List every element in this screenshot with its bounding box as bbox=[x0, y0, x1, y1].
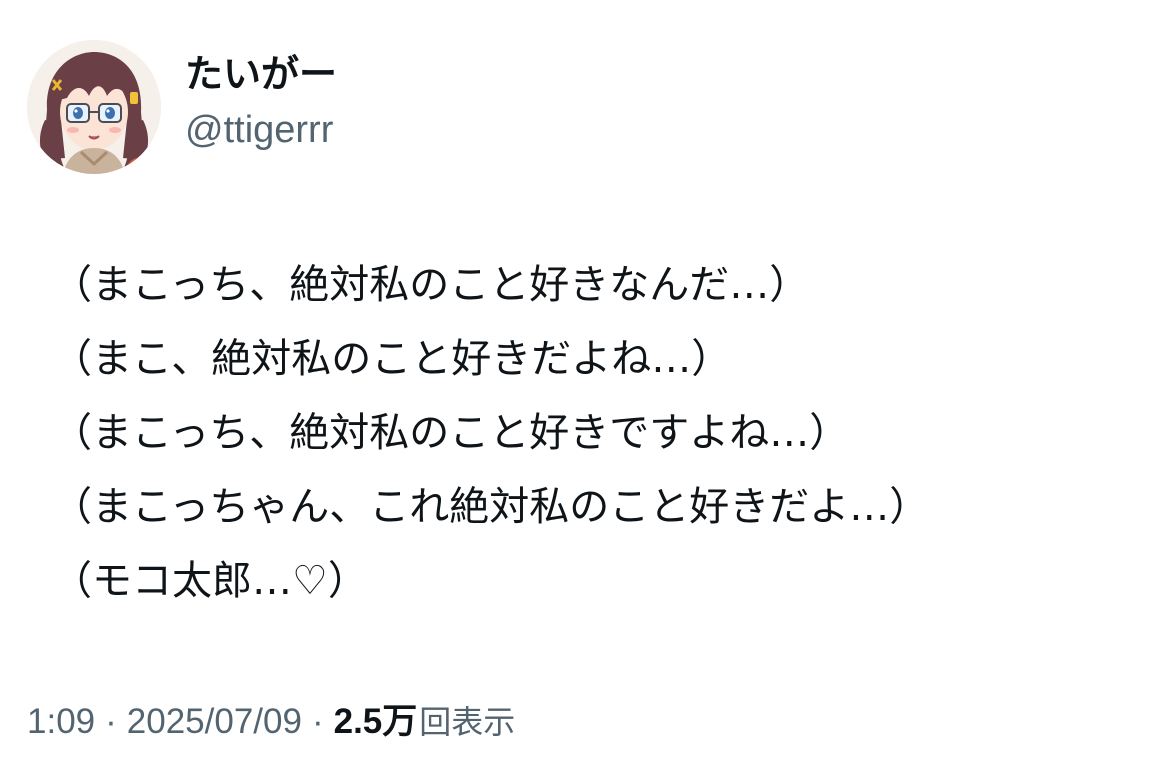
tweet-text-line: （まこっちゃん、これ絶対私のこと好きだよ…） bbox=[52, 484, 930, 530]
tweet-header: たいがー @ttigerrr bbox=[27, 40, 337, 174]
avatar-image bbox=[27, 40, 161, 174]
tweet-time[interactable]: 1:09 bbox=[27, 700, 95, 744]
author-display-name[interactable]: たいがー bbox=[185, 50, 337, 98]
avatar[interactable] bbox=[27, 40, 161, 174]
meta-separator: · bbox=[105, 702, 117, 741]
views-count[interactable]: 2.5万 bbox=[334, 700, 418, 744]
tweet-date[interactable]: 2025/07/09 bbox=[127, 700, 302, 744]
tweet-card: たいがー @ttigerrr （まこっち、絶対私のこと好きなんだ…） （まこ、絶… bbox=[0, 0, 1170, 767]
author-names: たいがー @ttigerrr bbox=[185, 40, 337, 174]
tweet-meta: 1:09 · 2025/07/09 · 2.5万 回表示 bbox=[27, 700, 515, 744]
tweet-text-line: （まこっち、絶対私のこと好きですよね…） bbox=[52, 410, 850, 456]
views-label: 回表示 bbox=[419, 703, 516, 741]
tweet-text-line: （モコ太郎…♡） bbox=[52, 558, 368, 604]
author-handle[interactable]: @ttigerrr bbox=[185, 104, 337, 156]
meta-separator: · bbox=[311, 702, 324, 741]
tweet-text: （まこっち、絶対私のこと好きなんだ…） （まこ、絶対私のこと好きだよね…） （ま… bbox=[52, 248, 1152, 618]
tweet-text-line: （まこっち、絶対私のこと好きなんだ…） bbox=[52, 262, 810, 308]
tweet-text-line: （まこ、絶対私のこと好きだよね…） bbox=[52, 336, 732, 382]
